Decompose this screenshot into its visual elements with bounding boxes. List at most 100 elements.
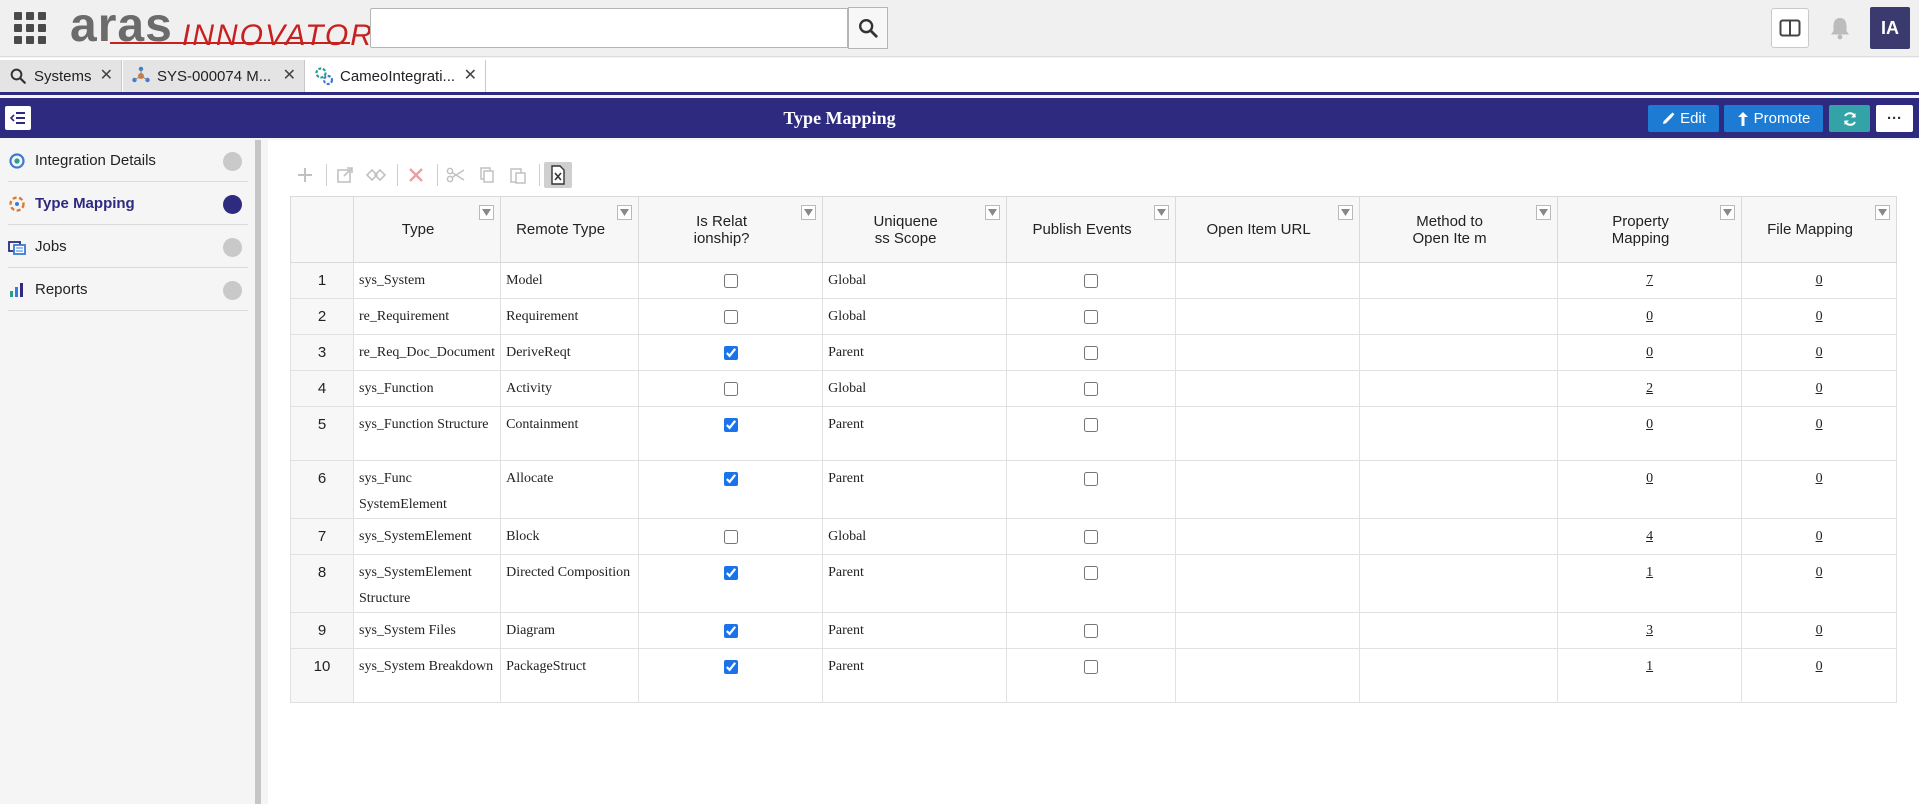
type-cell[interactable]: sys_Function Structure	[352, 406, 502, 461]
publish-events-cell[interactable]	[1006, 406, 1177, 461]
file-mapping-link[interactable]: 0	[1816, 529, 1823, 544]
publish-events-checkbox[interactable]	[1084, 382, 1099, 396]
is-relationship-checkbox[interactable]	[723, 660, 738, 674]
uniqueness-scope-cell[interactable]: Global	[822, 518, 1008, 555]
column-filter-icon[interactable]	[1875, 205, 1891, 220]
property-mapping-link[interactable]: 0	[1646, 309, 1653, 324]
file-mapping-link[interactable]: 0	[1816, 565, 1823, 580]
open-item-url-cell[interactable]	[1175, 612, 1361, 649]
remote-type-cell[interactable]: Model	[500, 262, 640, 299]
remote-type-cell[interactable]: Requirement	[500, 298, 640, 335]
close-icon[interactable]: ✕	[283, 67, 296, 85]
column-header-publish-events[interactable]: Publish Events	[1006, 196, 1177, 263]
uniqueness-scope-cell[interactable]: Parent	[822, 334, 1008, 371]
method-to-open-item-cell[interactable]	[1359, 612, 1559, 649]
publish-events-checkbox[interactable]	[1084, 566, 1099, 580]
tab-systems[interactable]: Systems ✕	[0, 60, 122, 92]
remote-type-cell[interactable]: Allocate	[500, 460, 640, 519]
file-mapping-link[interactable]: 0	[1816, 471, 1823, 486]
publish-events-checkbox[interactable]	[1084, 310, 1099, 324]
column-header-is-relationship[interactable]: Is Relat ionship?	[638, 196, 824, 263]
table-row[interactable]: 3 re_Req_Doc_Document DeriveReqt Parent 0 0	[290, 334, 1898, 371]
publish-events-checkbox[interactable]	[1084, 274, 1099, 288]
property-mapping-link[interactable]: 2	[1646, 381, 1653, 396]
remote-type-cell[interactable]: Block	[500, 518, 640, 555]
open-item-button[interactable]	[331, 162, 359, 188]
publish-events-cell[interactable]	[1006, 612, 1177, 649]
table-row[interactable]: 2 re_Requirement Requirement Global 0 0	[290, 298, 1898, 335]
export-excel-button[interactable]	[544, 162, 572, 188]
more-options-button[interactable]: ···	[1876, 105, 1913, 132]
table-row[interactable]: 10 sys_System Breakdown PackageStruct Paren…	[290, 648, 1898, 703]
table-row[interactable]: 4 sys_Function Activity Global 2 0	[290, 370, 1898, 407]
is-relationship-checkbox[interactable]	[723, 346, 738, 360]
is-relationship-checkbox[interactable]	[723, 624, 738, 638]
uniqueness-scope-cell[interactable]: Parent	[822, 554, 1008, 613]
method-to-open-item-cell[interactable]	[1359, 460, 1559, 519]
open-item-url-cell[interactable]	[1175, 262, 1361, 299]
remote-type-cell[interactable]: PackageStruct	[500, 648, 640, 703]
copy-button[interactable]	[473, 162, 501, 188]
method-to-open-item-cell[interactable]	[1359, 334, 1559, 371]
search-button[interactable]	[848, 7, 888, 49]
is-relationship-checkbox[interactable]	[723, 418, 738, 432]
method-to-open-item-cell[interactable]	[1359, 298, 1559, 335]
notifications-button[interactable]	[1825, 12, 1855, 44]
remote-type-cell[interactable]: Containment	[500, 406, 640, 461]
column-filter-icon[interactable]	[1720, 205, 1736, 220]
property-mapping-link[interactable]: 0	[1646, 345, 1653, 360]
sidebar-item-jobs[interactable]: Jobs	[8, 226, 248, 268]
publish-events-cell[interactable]	[1006, 370, 1177, 407]
property-mapping-link[interactable]: 3	[1646, 623, 1653, 638]
close-icon[interactable]: ✕	[464, 67, 477, 85]
publish-events-cell[interactable]	[1006, 518, 1177, 555]
type-cell[interactable]: sys_System Breakdown	[352, 648, 502, 703]
publish-events-cell[interactable]	[1006, 334, 1177, 371]
type-cell[interactable]: sys_SystemElement Structure	[352, 554, 502, 613]
sidebar-item-type-mapping[interactable]: Type Mapping	[8, 183, 248, 225]
is-relationship-checkbox[interactable]	[723, 382, 738, 396]
type-cell[interactable]: sys_System	[352, 262, 502, 299]
publish-events-checkbox[interactable]	[1084, 660, 1099, 674]
tab-cameo-integration[interactable]: CameoIntegrati... ✕	[306, 60, 486, 92]
publish-events-cell[interactable]	[1006, 554, 1177, 613]
method-to-open-item-cell[interactable]	[1359, 518, 1559, 555]
type-cell[interactable]: sys_Func SystemElement	[352, 460, 502, 519]
add-row-button[interactable]	[291, 162, 319, 188]
open-item-url-cell[interactable]	[1175, 554, 1361, 613]
table-row[interactable]: 5 sys_Function Structure Containment Parent…	[290, 406, 1898, 461]
column-filter-icon[interactable]	[479, 205, 495, 220]
open-item-url-cell[interactable]	[1175, 406, 1361, 461]
publish-events-checkbox[interactable]	[1084, 418, 1099, 432]
open-item-url-cell[interactable]	[1175, 518, 1361, 555]
column-filter-icon[interactable]	[617, 205, 633, 220]
publish-events-cell[interactable]	[1006, 460, 1177, 519]
method-to-open-item-cell[interactable]	[1359, 262, 1559, 299]
type-cell[interactable]: sys_System Files	[352, 612, 502, 649]
app-launcher-icon[interactable]	[14, 12, 46, 44]
property-mapping-link[interactable]: 0	[1646, 471, 1653, 486]
is-relationship-cell[interactable]	[638, 648, 824, 703]
column-header-open-item-url[interactable]: Open Item URL	[1175, 196, 1361, 263]
file-mapping-link[interactable]: 0	[1816, 345, 1823, 360]
is-relationship-cell[interactable]	[638, 334, 824, 371]
table-row[interactable]: 7 sys_SystemElement Block Global 4 0	[290, 518, 1898, 555]
publish-events-checkbox[interactable]	[1084, 346, 1099, 360]
column-filter-icon[interactable]	[1536, 205, 1552, 220]
edit-button[interactable]: Edit	[1648, 105, 1719, 132]
column-header-method-to-open-item[interactable]: Method to Open Ite m	[1359, 196, 1559, 263]
is-relationship-cell[interactable]	[638, 262, 824, 299]
delete-row-button[interactable]	[402, 162, 430, 188]
file-mapping-link[interactable]: 0	[1816, 381, 1823, 396]
uniqueness-scope-cell[interactable]: Parent	[822, 612, 1008, 649]
column-filter-icon[interactable]	[1338, 205, 1354, 220]
type-cell[interactable]: sys_SystemElement	[352, 518, 502, 555]
column-header-type[interactable]: Type	[352, 196, 502, 263]
open-item-url-cell[interactable]	[1175, 298, 1361, 335]
paste-button[interactable]	[504, 162, 532, 188]
file-mapping-link[interactable]: 0	[1816, 623, 1823, 638]
column-filter-icon[interactable]	[985, 205, 1001, 220]
method-to-open-item-cell[interactable]	[1359, 648, 1559, 703]
method-to-open-item-cell[interactable]	[1359, 370, 1559, 407]
property-mapping-link[interactable]: 4	[1646, 529, 1653, 544]
